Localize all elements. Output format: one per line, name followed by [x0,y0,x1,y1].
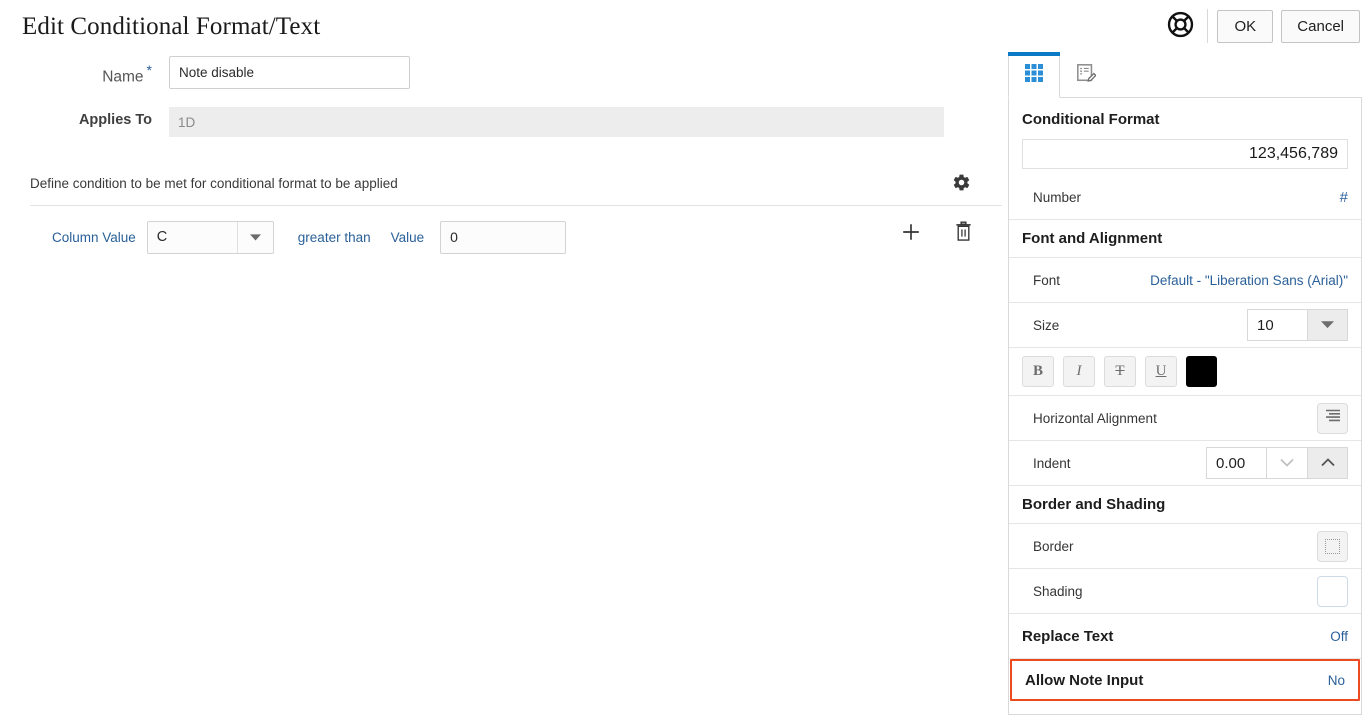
lifesaver-help-icon [1167,11,1194,41]
size-dropdown-button[interactable] [1307,309,1348,341]
allow-note-input-label: Allow Note Input [1025,672,1143,689]
properties-panel: Conditional Format 123,456,789 Number # … [1008,50,1362,715]
column-select[interactable]: C [147,221,274,254]
size-label: Size [1022,318,1059,333]
border-shading-section-title-row: Border and Shading [1009,486,1361,524]
plus-icon [900,221,922,246]
indent-value[interactable]: 0.00 [1206,447,1266,479]
font-label: Font [1022,273,1060,288]
border-label: Border [1022,539,1074,554]
chevron-down-icon [1280,454,1294,472]
operator-link[interactable]: greater than [298,230,371,245]
tab-format-grid[interactable] [1008,52,1060,98]
horizontal-alignment-row: Horizontal Alignment [1009,396,1361,441]
indent-decrease-button[interactable] [1266,447,1307,479]
chevron-down-icon [1321,316,1334,334]
header-actions: OK Cancel [1161,7,1360,45]
column-value-link[interactable]: Column Value [52,230,136,245]
applies-to-label-wrap: Applies To [0,107,152,129]
condition-row: Column Value C greater than Value [0,206,1002,268]
number-value[interactable]: # [1340,189,1348,206]
define-condition-row: Define condition to be met for condition… [0,162,1002,205]
condition-settings-button[interactable] [948,171,974,197]
size-row: Size 10 [1009,303,1361,348]
panel-body: Conditional Format 123,456,789 Number # … [1008,97,1362,715]
horizontal-alignment-button[interactable] [1317,403,1348,434]
applies-to-value: 1D [169,107,944,137]
name-label-wrap: Name* [0,56,152,86]
allow-note-input-value[interactable]: No [1328,673,1345,688]
condition-actions [898,220,976,246]
number-row[interactable]: Number # [1009,175,1361,220]
size-value[interactable]: 10 [1247,309,1307,341]
name-input[interactable] [169,56,410,89]
shading-label: Shading [1022,584,1083,599]
font-alignment-section-title-row: Font and Alignment [1009,220,1361,258]
panel-tabstrip [1008,50,1362,98]
form-area: Name* Applies To 1D Define condition to … [0,52,1008,715]
edit-conditional-format-dialog: Edit Conditional Format/Text OK Cancel N… [0,0,1370,715]
name-field-row: Name* [0,56,1000,89]
shading-color-button[interactable] [1317,576,1348,607]
page-title: Edit Conditional Format/Text [22,13,320,41]
tab-edit-note[interactable] [1060,52,1112,98]
bold-button[interactable]: B [1022,356,1054,387]
define-condition-text: Define condition to be met for condition… [30,176,398,191]
applies-to-row: Applies To 1D [0,107,1000,137]
border-row: Border [1009,524,1361,569]
italic-button[interactable]: I [1063,356,1095,387]
border-shading-section-title: Border and Shading [1022,496,1165,513]
strikethrough-button[interactable]: T [1104,356,1136,387]
horizontal-alignment-label: Horizontal Alignment [1022,411,1157,426]
font-row[interactable]: Font Default - "Liberation Sans (Arial)" [1009,258,1361,303]
document-edit-icon [1076,63,1096,88]
number-label: Number [1022,190,1081,205]
size-stepper[interactable]: 10 [1247,309,1348,341]
underline-button[interactable]: U [1145,356,1177,387]
align-right-icon [1325,409,1341,428]
chevron-up-icon [1321,454,1335,472]
name-label: Name [102,68,143,85]
indent-row: Indent 0.00 [1009,441,1361,486]
required-asterisk: * [147,62,152,78]
replace-text-value[interactable]: Off [1330,629,1348,644]
help-button[interactable] [1161,7,1199,45]
trash-icon [954,221,973,245]
delete-condition-button[interactable] [950,220,976,246]
grid-icon [1024,63,1044,88]
shading-row: Shading [1009,569,1361,614]
gear-icon [952,173,971,195]
applies-to-label: Applies To [79,112,152,128]
condition-value-input[interactable] [440,221,566,254]
dotted-square-icon [1325,539,1340,554]
ok-button[interactable]: OK [1217,10,1273,43]
indent-stepper[interactable]: 0.00 [1206,447,1348,479]
font-alignment-section-title: Font and Alignment [1022,230,1162,247]
font-value[interactable]: Default - "Liberation Sans (Arial)" [1150,273,1348,288]
cancel-button[interactable]: Cancel [1281,10,1360,43]
format-preview-value: 123,456,789 [1022,139,1348,169]
replace-text-label: Replace Text [1022,628,1113,645]
header-divider [1207,9,1208,43]
replace-text-row[interactable]: Replace Text Off [1009,614,1361,659]
font-style-row: B I T U [1009,348,1361,396]
value-link[interactable]: Value [391,230,425,245]
dialog-header: Edit Conditional Format/Text OK Cancel [0,0,1370,52]
indent-label: Indent [1022,456,1071,471]
font-color-swatch[interactable] [1186,356,1217,387]
conditional-format-section-title: Conditional Format [1009,98,1361,139]
border-button[interactable] [1317,531,1348,562]
allow-note-input-row[interactable]: Allow Note Input No [1010,659,1360,701]
indent-increase-button[interactable] [1307,447,1348,479]
add-condition-button[interactable] [898,220,924,246]
column-select-value: C [148,229,167,245]
chevron-down-icon [237,222,273,253]
